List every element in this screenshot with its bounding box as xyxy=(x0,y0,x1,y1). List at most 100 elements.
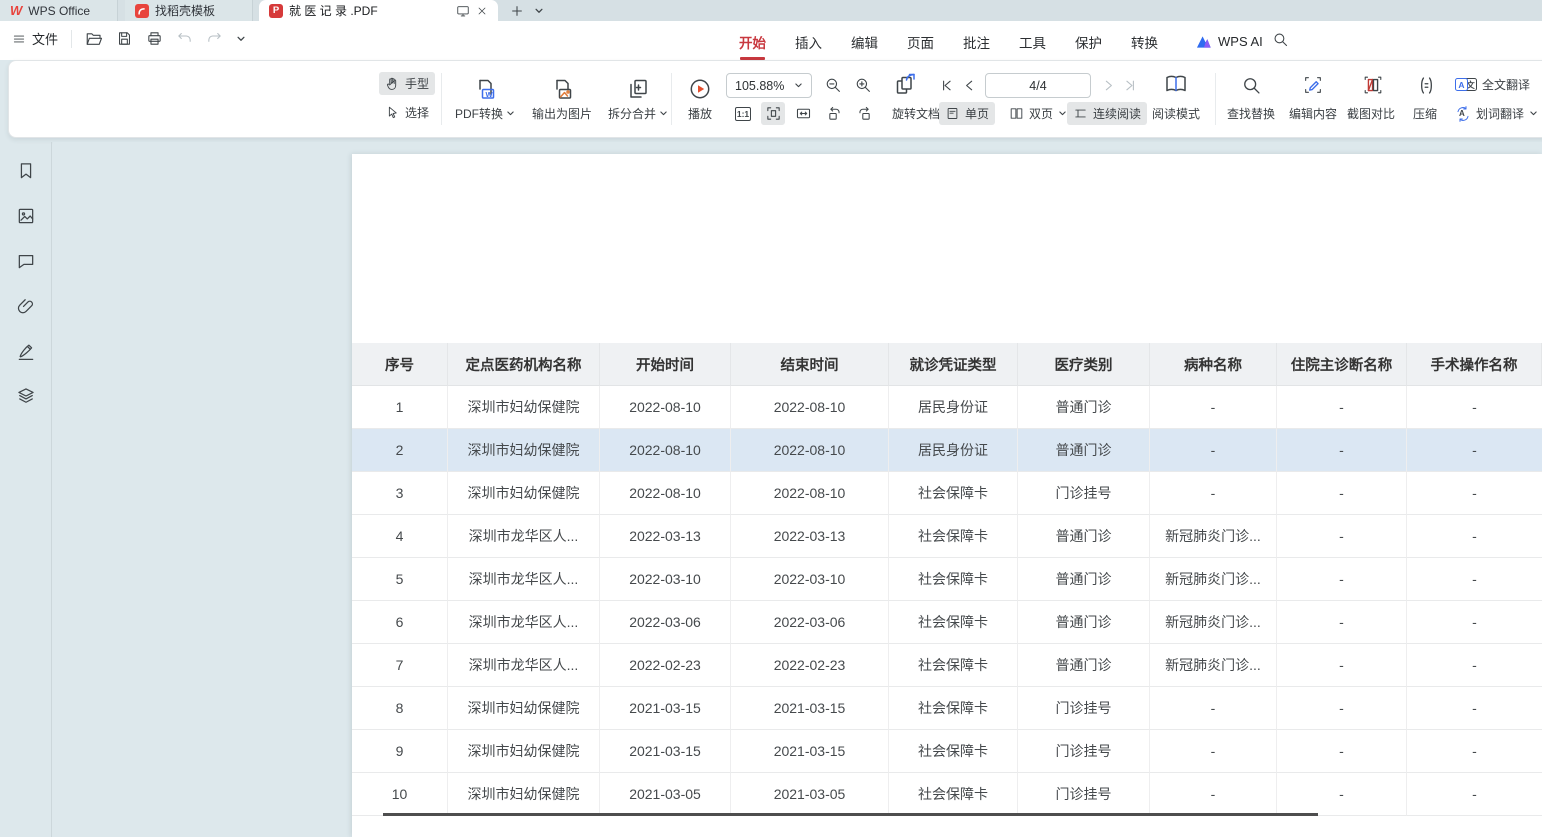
rotate-pages-button[interactable] xyxy=(891,71,921,99)
table-cell: 社会保障卡 xyxy=(889,687,1018,730)
quick-access-chevron-icon[interactable] xyxy=(236,34,246,44)
reading-mode-button[interactable]: 阅读模式 xyxy=(1147,102,1205,125)
edit-content-button-icon[interactable] xyxy=(1299,72,1327,98)
chevron-down-icon xyxy=(1058,109,1067,118)
select-tool-button[interactable]: 选择 xyxy=(379,101,435,124)
last-page-button[interactable] xyxy=(1121,74,1139,97)
divider xyxy=(441,73,442,125)
table-bottom-scrollbar[interactable] xyxy=(383,813,1318,816)
layers-panel-icon[interactable] xyxy=(12,383,40,409)
tab-wps-home[interactable]: W WPS Office xyxy=(0,0,118,21)
edit-content-button[interactable]: 编辑内容 xyxy=(1283,102,1343,125)
file-menu-button[interactable]: 文件 xyxy=(12,29,58,48)
table-cell: 2022-02-23 xyxy=(731,644,889,687)
export-image-button[interactable]: 输出为图片 xyxy=(523,70,601,128)
compress-button-icon[interactable] xyxy=(1413,72,1439,98)
divider xyxy=(1215,73,1216,125)
new-tab-button[interactable] xyxy=(510,4,524,18)
table-cell: 深圳市妇幼保健院 xyxy=(448,730,600,773)
ribbon-toolbar: 手型 选择 W PDF转换 输出为图片 拆分合并 xyxy=(8,60,1542,138)
menu-批注[interactable]: 批注 xyxy=(963,28,990,55)
first-page-button[interactable] xyxy=(937,74,955,97)
tab-wps-home-label: WPS Office xyxy=(28,4,90,18)
menu-转换[interactable]: 转换 xyxy=(1131,28,1158,55)
actual-size-button[interactable]: 1:1 xyxy=(731,102,755,125)
split-merge-button[interactable]: 拆分合并 xyxy=(601,70,675,128)
table-cell: 2022-08-10 xyxy=(600,429,731,472)
attachments-panel-icon[interactable] xyxy=(12,293,40,319)
table-cell: 社会保障卡 xyxy=(889,558,1018,601)
chevron-down-icon xyxy=(794,81,803,90)
tab-list-chevron-icon[interactable] xyxy=(534,6,544,16)
comments-panel-icon[interactable] xyxy=(12,248,40,274)
table-cell: - xyxy=(1277,472,1407,515)
word-translate-label: 划词翻译 xyxy=(1476,105,1524,122)
rotate-left-button[interactable] xyxy=(823,102,847,125)
wps-ai-button[interactable]: WPS AI xyxy=(1196,28,1263,55)
tab-document[interactable]: P 就 医 记 录 .PDF xyxy=(259,0,498,21)
zoom-level-value: 105.88% xyxy=(735,79,784,93)
continuous-reading-label: 连续阅读 xyxy=(1093,105,1141,122)
table-cell: 门诊挂号 xyxy=(1018,472,1150,515)
signature-pen-icon[interactable] xyxy=(12,338,40,364)
fit-page-button[interactable] xyxy=(761,102,785,125)
first-page-icon xyxy=(940,79,953,92)
zoom-level-select[interactable]: 105.88% xyxy=(726,73,812,98)
page-number-input[interactable]: 4/4 xyxy=(985,73,1091,98)
menu-开始[interactable]: 开始 xyxy=(739,28,766,55)
table-cell: 普通门诊 xyxy=(1018,515,1150,558)
find-replace-label: 查找替换 xyxy=(1227,105,1275,122)
reading-mode-label: 阅读模式 xyxy=(1152,105,1200,122)
table-cell: - xyxy=(1277,386,1407,429)
table-cell: 1 xyxy=(352,386,448,429)
wps-ai-icon xyxy=(1196,35,1212,49)
print-icon[interactable] xyxy=(146,30,163,47)
menu-保护[interactable]: 保护 xyxy=(1075,28,1102,55)
rotate-right-button[interactable] xyxy=(851,102,875,125)
split-merge-icon xyxy=(626,77,650,101)
compress-button[interactable]: 压缩 xyxy=(1404,102,1446,125)
table-cell: 新冠肺炎门诊... xyxy=(1150,515,1277,558)
open-file-icon[interactable] xyxy=(85,30,103,48)
tab-docer[interactable]: 找稻壳模板 xyxy=(125,0,253,21)
hand-tool-button[interactable]: 手型 xyxy=(379,72,435,95)
menu-页面[interactable]: 页面 xyxy=(907,28,934,55)
screenshot-compare-button[interactable]: 截图对比 xyxy=(1341,102,1401,125)
word-translate-button[interactable]: A 划词翻译 xyxy=(1449,102,1542,125)
find-replace-button-icon[interactable] xyxy=(1237,72,1265,98)
double-page-button[interactable]: 双页 xyxy=(1003,102,1073,125)
play-button[interactable]: 播放 xyxy=(677,70,723,128)
monitor-icon[interactable] xyxy=(456,4,470,18)
reading-mode-button-icon[interactable] xyxy=(1161,70,1191,98)
continuous-reading-button[interactable]: 连续阅读 xyxy=(1067,102,1147,125)
table-cell: 深圳市龙华区人... xyxy=(448,601,600,644)
document-canvas: 序号定点医药机构名称开始时间结束时间就诊凭证类型医疗类别病种名称住院主诊断名称手… xyxy=(53,142,1542,837)
pdf-convert-button[interactable]: W PDF转换 xyxy=(447,70,523,128)
save-icon[interactable] xyxy=(116,30,133,47)
thumbnails-panel-icon[interactable] xyxy=(12,203,40,229)
pdf-page[interactable]: 序号定点医药机构名称开始时间结束时间就诊凭证类型医疗类别病种名称住院主诊断名称手… xyxy=(352,154,1542,837)
compress-icon xyxy=(1416,75,1437,96)
bookmarks-panel-icon[interactable] xyxy=(12,158,40,184)
menu-工具[interactable]: 工具 xyxy=(1019,28,1046,55)
fit-width-button[interactable] xyxy=(791,102,815,125)
find-replace-button[interactable]: 查找替换 xyxy=(1221,102,1281,125)
docer-icon xyxy=(135,4,149,18)
menu-插入[interactable]: 插入 xyxy=(795,28,822,55)
next-page-button[interactable] xyxy=(1099,74,1117,97)
menu-编辑[interactable]: 编辑 xyxy=(851,28,878,55)
table-cell: 深圳市龙华区人... xyxy=(448,644,600,687)
full-translate-button[interactable]: A文 全文翻译 xyxy=(1449,73,1536,96)
redo-icon[interactable] xyxy=(206,30,223,47)
zoom-out-button[interactable] xyxy=(821,73,845,96)
table-header-cell: 结束时间 xyxy=(731,343,889,386)
undo-icon[interactable] xyxy=(176,30,193,47)
table-cell: - xyxy=(1277,601,1407,644)
close-tab-icon[interactable] xyxy=(476,5,488,17)
zoom-in-button[interactable] xyxy=(851,73,875,96)
menu-items: 开始 插入 编辑 页面 批注 工具 保护 转换 xyxy=(739,28,1158,55)
screenshot-compare-button-icon[interactable] xyxy=(1359,72,1387,98)
prev-page-button[interactable] xyxy=(960,74,978,97)
single-page-button[interactable]: 单页 xyxy=(939,102,995,125)
search-icon[interactable] xyxy=(1272,31,1289,48)
